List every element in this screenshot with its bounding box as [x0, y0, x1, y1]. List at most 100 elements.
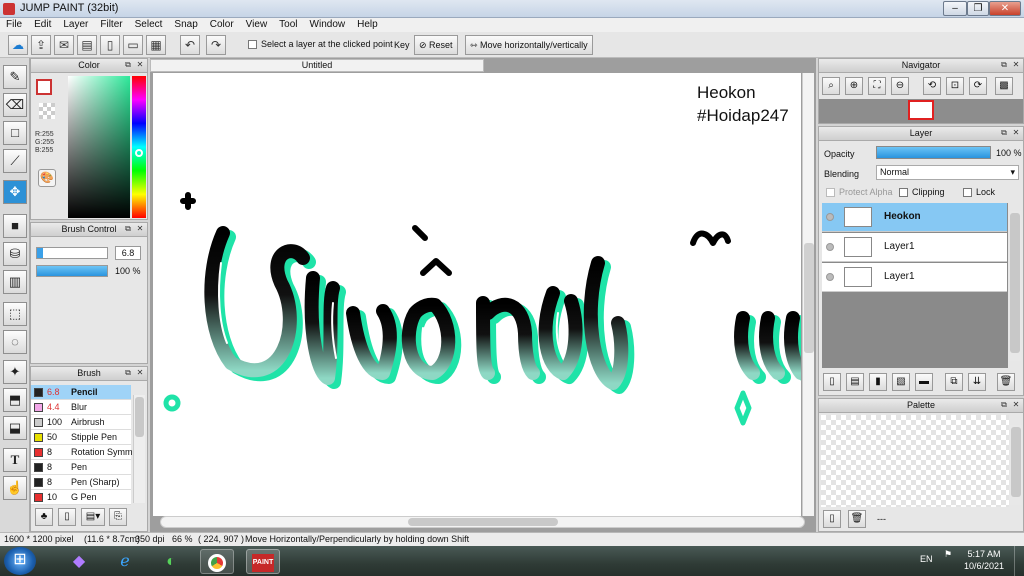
close-panel-icon[interactable]: ✕ — [135, 224, 145, 234]
pen-tool-icon[interactable]: ✎ — [3, 65, 27, 89]
brush-opacity-slider[interactable] — [36, 265, 108, 277]
menu-layer[interactable]: Layer — [57, 18, 94, 32]
move-direction-button[interactable]: ⇿ Move horizontally/vertically — [465, 35, 593, 55]
navigator-thumbnail[interactable] — [908, 100, 934, 120]
undo-icon[interactable]: ↶ — [180, 35, 200, 55]
duplicate-layer-icon[interactable]: ⧉ — [945, 373, 963, 391]
menu-filter[interactable]: Filter — [94, 18, 128, 32]
brush-list-scrollbar[interactable] — [133, 395, 145, 503]
float-icon[interactable]: ⧉ — [999, 128, 1009, 138]
menu-view[interactable]: View — [240, 18, 274, 32]
zoom-fit-icon[interactable]: ⌕ — [822, 77, 840, 95]
lock-option[interactable]: Lock — [963, 187, 995, 198]
bucket-tool-icon[interactable]: ⛁ — [3, 242, 27, 266]
float-icon[interactable]: ⧉ — [123, 368, 133, 378]
palette-icon[interactable]: 🎨 — [38, 169, 56, 187]
gradient-tool-icon[interactable]: ▥ — [3, 270, 27, 294]
brush-size-input[interactable]: 6.8 — [115, 246, 141, 260]
float-icon[interactable]: ⧉ — [123, 224, 133, 234]
close-panel-icon[interactable]: ✕ — [1011, 60, 1021, 70]
reset-button[interactable]: ⊘ Reset — [414, 35, 458, 55]
visibility-eye-icon[interactable] — [826, 213, 834, 221]
menu-file[interactable]: File — [0, 18, 28, 32]
redo-icon[interactable]: ↷ — [206, 35, 226, 55]
brush-item[interactable]: 8 Rotation Symm — [31, 445, 133, 460]
menu-select[interactable]: Select — [129, 18, 169, 32]
blending-select[interactable]: Normal ▾ — [876, 165, 1019, 180]
lasso-tool-icon[interactable]: ◌ — [3, 330, 27, 354]
share-icon[interactable]: ⇪ — [31, 35, 51, 55]
navigator-preview-area[interactable] — [819, 99, 1023, 123]
select-pen-tool-icon[interactable]: ⬒ — [3, 388, 27, 412]
merge-layer-icon[interactable]: ⇊ — [968, 373, 986, 391]
move-tool-icon[interactable]: ✥ — [3, 180, 27, 204]
rotate-left-icon[interactable]: ⟲ — [923, 77, 941, 95]
menu-help[interactable]: Help — [351, 18, 384, 32]
menu-window[interactable]: Window — [304, 18, 352, 32]
close-panel-icon[interactable]: ✕ — [1011, 128, 1021, 138]
delete-layer-icon[interactable]: 🗑 — [997, 373, 1015, 391]
brush-item[interactable]: 10 G Pen — [31, 490, 131, 505]
close-panel-icon[interactable]: ✕ — [135, 60, 145, 70]
layer-row[interactable]: Layer1 — [822, 233, 1007, 262]
rotate-right-icon[interactable]: ⟳ — [969, 77, 987, 95]
close-panel-icon[interactable]: ✕ — [135, 368, 145, 378]
drawing-canvas[interactable]: Heokon #Hoidap247 — [153, 73, 801, 516]
document-tab[interactable]: Untitled — [150, 59, 484, 72]
zoom-window-icon[interactable]: ⛶ — [868, 77, 886, 95]
hand-tool-icon[interactable]: ☝ — [3, 476, 27, 500]
hue-slider[interactable] — [132, 76, 146, 218]
new-palette-color-icon[interactable]: ▯ — [823, 510, 841, 528]
chrome-icon[interactable] — [200, 549, 234, 574]
start-button[interactable]: ⊞ — [4, 547, 36, 575]
brush-item[interactable]: 8 Pen (Sharp) — [31, 475, 131, 490]
fill-rect-tool-icon[interactable]: ■ — [3, 214, 27, 238]
maximize-button[interactable]: ❐ — [967, 1, 989, 16]
new-brush-icon[interactable]: ▯ — [58, 508, 76, 526]
new-text-layer-icon[interactable]: ▮ — [869, 373, 887, 391]
protect-alpha-option[interactable]: Protect Alpha — [826, 187, 893, 198]
canvas-vertical-scrollbar[interactable] — [802, 73, 814, 516]
layer-list-scrollbar[interactable] — [1009, 211, 1021, 361]
visibility-eye-icon[interactable] — [826, 273, 834, 281]
new-folder-icon[interactable]: ▬ — [915, 373, 933, 391]
float-icon[interactable]: ⧉ — [999, 60, 1009, 70]
layer-row[interactable]: Heokon — [822, 203, 1007, 232]
brush-item[interactable]: 50 Stipple Pen — [31, 430, 131, 445]
palette-menu[interactable]: --- — [877, 514, 886, 524]
layer-opacity-slider[interactable] — [876, 146, 991, 159]
line-tool-icon[interactable]: ⟋ — [3, 149, 27, 173]
jump-paint-taskbar-icon[interactable]: PAINT — [246, 549, 280, 574]
document-icon[interactable]: ▯ — [100, 35, 120, 55]
message-icon[interactable]: ▤ — [77, 35, 97, 55]
new-halftone-layer-icon[interactable]: ▧ — [892, 373, 910, 391]
float-icon[interactable]: ⧉ — [999, 400, 1009, 410]
grid-icon[interactable]: ▦ — [146, 35, 166, 55]
cloud-icon[interactable]: ☁ — [8, 35, 28, 55]
brush-item[interactable]: 4.4 Blur — [31, 400, 131, 415]
menu-edit[interactable]: Edit — [28, 18, 57, 32]
visibility-eye-icon[interactable] — [826, 243, 834, 251]
menu-tool[interactable]: Tool — [273, 18, 303, 32]
select-eraser-tool-icon[interactable]: ⬓ — [3, 416, 27, 440]
delete-palette-color-icon[interactable]: 🗑 — [848, 510, 866, 528]
close-button[interactable]: ✕ — [989, 1, 1021, 16]
brush-tree-icon[interactable]: ♣ — [35, 508, 53, 526]
eraser-tool-icon[interactable]: ⌫ — [3, 93, 27, 117]
notification-flag-icon[interactable]: ⚑ — [944, 549, 952, 560]
flip-icon[interactable]: ▩ — [995, 77, 1013, 95]
brush-item[interactable]: 6.8 Pencil — [31, 385, 131, 400]
zoom-out-icon[interactable]: ⊖ — [891, 77, 909, 95]
canvas-horizontal-scrollbar[interactable] — [160, 516, 805, 528]
comment-icon[interactable]: ✉ — [54, 35, 74, 55]
clipping-option[interactable]: Clipping — [899, 187, 945, 198]
palette-swatch-area[interactable] — [821, 415, 1009, 507]
text-tool-icon[interactable]: T — [3, 448, 27, 472]
visual-studio-icon[interactable]: ◆ — [62, 549, 96, 574]
select-rect-tool-icon[interactable]: □ — [3, 121, 27, 145]
marquee-tool-icon[interactable]: ⬚ — [3, 302, 27, 326]
brush-size-slider[interactable] — [36, 247, 108, 259]
zoom-in-icon[interactable]: ⊕ — [845, 77, 863, 95]
brush-item[interactable]: 100 Airbrush — [31, 415, 131, 430]
show-desktop-button[interactable] — [1014, 546, 1024, 576]
